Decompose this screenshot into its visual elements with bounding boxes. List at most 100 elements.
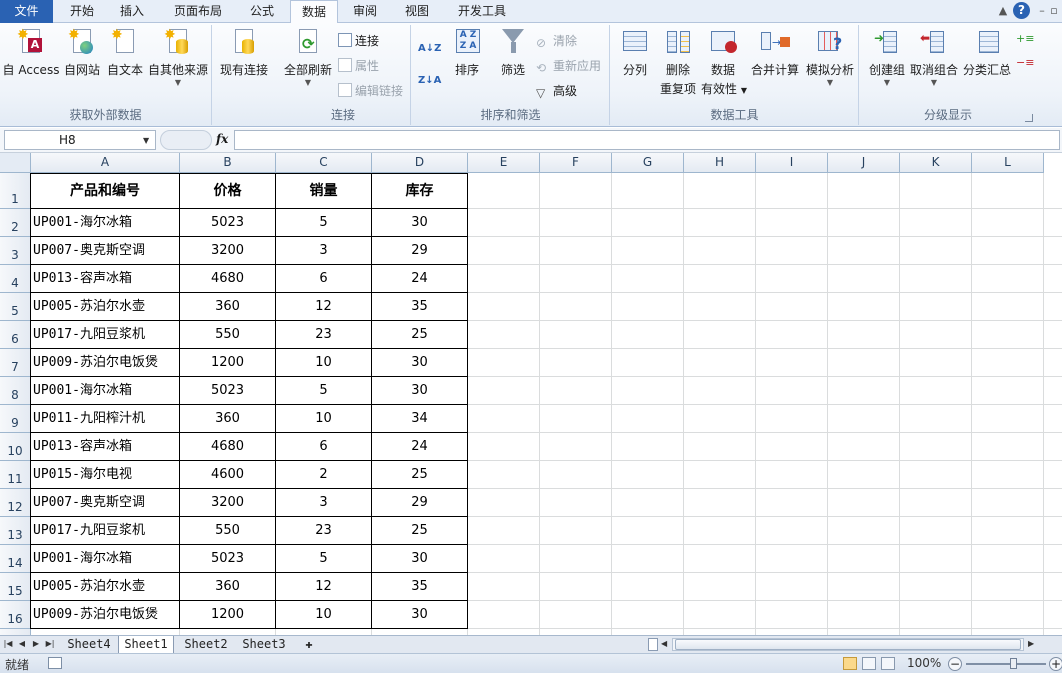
table-cell[interactable]: 10 (276, 349, 371, 377)
column-header[interactable]: I (756, 153, 828, 173)
row-header[interactable]: 15 (0, 573, 31, 601)
table-cell[interactable]: UP015-海尔电视 (33, 461, 181, 489)
chevron-down-icon[interactable]: ▼ (143, 136, 149, 145)
row-header[interactable]: 8 (0, 377, 31, 405)
row-header[interactable]: 1 (0, 173, 31, 209)
column-header[interactable]: A (31, 153, 180, 173)
show-detail-icon[interactable]: +≡ (1016, 29, 1034, 49)
properties-button[interactable]: 属性 (338, 56, 379, 76)
table-cell[interactable]: 5023 (180, 545, 275, 573)
ungroup-button[interactable]: ⬅ 取消组合 ▼ (908, 29, 960, 87)
table-cell[interactable]: 29 (372, 489, 467, 517)
table-cell[interactable]: 35 (372, 293, 467, 321)
table-cell[interactable]: 6 (276, 433, 371, 461)
page-layout-view-button[interactable] (862, 657, 876, 670)
table-cell[interactable]: 550 (180, 321, 275, 349)
table-cell[interactable]: UP011-九阳榨汁机 (33, 405, 181, 433)
zoom-slider-thumb[interactable] (1010, 658, 1017, 669)
table-cell[interactable]: 3200 (180, 489, 275, 517)
row-header[interactable]: 10 (0, 433, 31, 461)
existing-connections-button[interactable]: 现有连接 (218, 29, 270, 78)
zoom-in-icon[interactable]: + (1049, 657, 1062, 671)
table-cell[interactable]: 5 (276, 377, 371, 405)
ribbon-minimize-icon[interactable]: ▲ (995, 3, 1011, 19)
from-text-button[interactable]: ✸ 自文本 (103, 27, 147, 78)
table-cell[interactable]: UP001-海尔冰箱 (33, 545, 181, 573)
zoom-slider[interactable] (966, 663, 1046, 665)
tab-page-layout[interactable]: 页面布局 (160, 0, 236, 23)
table-cell[interactable]: 5 (276, 545, 371, 573)
row-header[interactable]: 12 (0, 489, 31, 517)
table-cell[interactable]: 10 (276, 601, 371, 629)
table-cell[interactable]: 29 (372, 237, 467, 265)
table-cell[interactable]: UP007-奥克斯空调 (33, 489, 181, 517)
column-header[interactable]: J (828, 153, 900, 173)
row-header[interactable]: 6 (0, 321, 31, 349)
table-cell[interactable]: 550 (180, 517, 275, 545)
table-cell[interactable]: 25 (372, 461, 467, 489)
hide-detail-icon[interactable]: −≡ (1016, 53, 1034, 73)
tab-view[interactable]: 视图 (393, 0, 441, 23)
table-cell[interactable]: 4600 (180, 461, 275, 489)
table-cell[interactable]: 5 (276, 209, 371, 237)
column-header[interactable]: E (468, 153, 540, 173)
table-cell[interactable]: 360 (180, 405, 275, 433)
table-cell[interactable]: 35 (372, 573, 467, 601)
table-cell[interactable]: UP005-苏泊尔水壶 (33, 573, 181, 601)
row-header[interactable]: 7 (0, 349, 31, 377)
table-cell[interactable]: 2 (276, 461, 371, 489)
connections-button[interactable]: 连接 (338, 31, 379, 51)
horizontal-scroll-thumb[interactable] (675, 639, 1021, 650)
sheet-tab-sheet4[interactable]: Sheet4 (62, 636, 116, 653)
insert-sheet-icon[interactable]: ✚ (298, 636, 320, 653)
from-other-sources-button[interactable]: ✸ 自其他来源 ▼ (146, 27, 210, 87)
insert-function-icon[interactable]: fx (216, 132, 228, 146)
table-cell[interactable]: 30 (372, 545, 467, 573)
refresh-all-button[interactable]: ⟳ 全部刷新 ▼ (280, 29, 336, 87)
macro-record-icon[interactable] (48, 657, 62, 669)
sort-za-icon[interactable]: Z↓A (418, 71, 441, 91)
what-if-analysis-button[interactable]: ? 模拟分析 ▼ (803, 29, 857, 87)
scroll-left-icon[interactable]: ◀ (661, 639, 667, 648)
table-cell[interactable]: UP013-容声冰箱 (33, 265, 181, 293)
remove-duplicates-button[interactable]: 删除 重复项 (656, 29, 700, 97)
row-header[interactable]: 2 (0, 209, 31, 237)
row-header[interactable]: 11 (0, 461, 31, 489)
table-cell[interactable]: 10 (276, 405, 371, 433)
column-header[interactable]: F (540, 153, 612, 173)
first-sheet-icon[interactable]: |◀ (2, 638, 14, 650)
table-cell[interactable]: 3 (276, 489, 371, 517)
table-cell[interactable]: 30 (372, 209, 467, 237)
column-header[interactable]: C (276, 153, 372, 173)
text-to-columns-button[interactable]: 分列 (615, 29, 655, 78)
worksheet-grid[interactable]: ABCDEFGHIJKL 1234567891011121314151617 产… (0, 153, 1062, 635)
row-header[interactable]: 5 (0, 293, 31, 321)
filter-button[interactable]: 筛选 (492, 29, 534, 78)
sheet-tab-sheet3[interactable]: Sheet3 (236, 636, 292, 653)
row-header[interactable]: 4 (0, 265, 31, 293)
table-header-cell[interactable]: 销量 (276, 173, 371, 209)
table-cell[interactable]: UP013-容声冰箱 (33, 433, 181, 461)
zoom-out-icon[interactable]: − (948, 657, 962, 671)
tab-review[interactable]: 审阅 (341, 0, 389, 23)
table-cell[interactable]: 30 (372, 349, 467, 377)
table-cell[interactable]: UP005-苏泊尔水壶 (33, 293, 181, 321)
table-cell[interactable]: 6 (276, 265, 371, 293)
table-cell[interactable]: UP001-海尔冰箱 (33, 377, 181, 405)
table-cell[interactable]: 34 (372, 405, 467, 433)
tab-formulas[interactable]: 公式 (238, 0, 286, 23)
window-restore-icon[interactable]: ▫ (1046, 3, 1062, 19)
table-cell[interactable]: UP009-苏泊尔电饭煲 (33, 349, 181, 377)
table-cell[interactable]: 12 (276, 573, 371, 601)
table-header-cell[interactable]: 产品和编号 (31, 173, 179, 209)
table-cell[interactable]: 5023 (180, 377, 275, 405)
table-cell[interactable]: 12 (276, 293, 371, 321)
sheet-tab-sheet2[interactable]: Sheet2 (178, 636, 234, 653)
table-cell[interactable]: 360 (180, 573, 275, 601)
tab-file[interactable]: 文件 (0, 0, 53, 23)
last-sheet-icon[interactable]: ▶| (44, 638, 56, 650)
tab-data[interactable]: 数据 (290, 0, 338, 24)
table-cell[interactable]: 25 (372, 517, 467, 545)
select-all-corner[interactable] (0, 153, 31, 173)
row-header[interactable]: 3 (0, 237, 31, 265)
